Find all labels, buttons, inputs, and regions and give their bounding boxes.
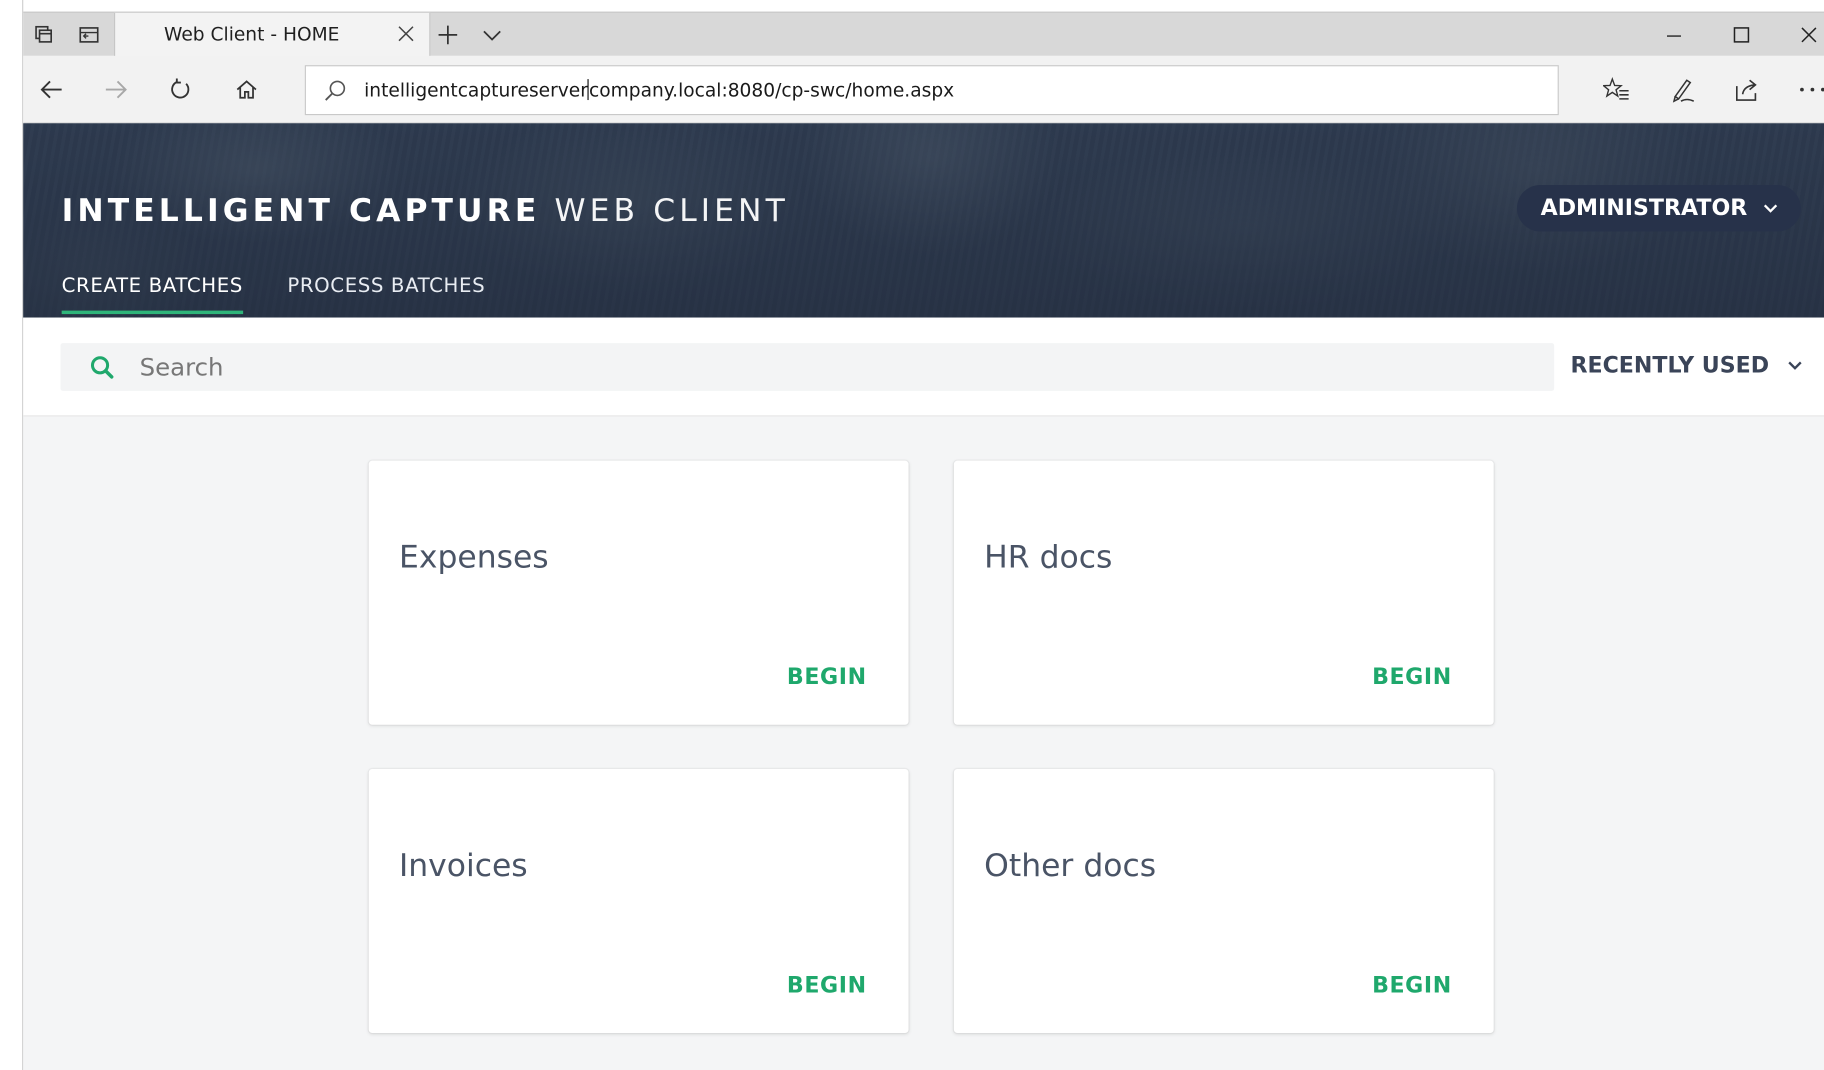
forward-arrow-icon[interactable]: [91, 65, 142, 114]
batch-type-grid: Expenses BEGIN HR docs BEGIN Invoices BE…: [23, 416, 1824, 1070]
batch-card-hr-docs[interactable]: HR docs BEGIN: [953, 460, 1494, 725]
tabs-aside-icon[interactable]: [67, 13, 109, 57]
chevron-down-icon: [1785, 356, 1804, 375]
address-bar[interactable]: intelligentcaptureservercompany.local:80…: [304, 65, 1559, 116]
user-name-label: ADMINISTRATOR: [1540, 195, 1748, 222]
new-tab-icon[interactable]: [428, 16, 468, 53]
home-icon[interactable]: [221, 65, 272, 114]
address-url: intelligentcaptureservercompany.local:80…: [364, 79, 954, 101]
url-host: intelligentcaptureserver: [364, 79, 588, 102]
chevron-down-icon: [1761, 199, 1780, 218]
tab-create-batches[interactable]: CREATE BATCHES: [61, 275, 243, 315]
sort-label: RECENTLY USED: [1570, 352, 1770, 379]
search-box: [60, 343, 1555, 391]
tab-preview-chevron-icon[interactable]: [472, 16, 512, 53]
begin-button[interactable]: BEGIN: [1372, 973, 1452, 999]
favorites-star-icon[interactable]: [1591, 65, 1642, 114]
card-title: Other docs: [984, 848, 1157, 885]
card-title: HR docs: [984, 539, 1113, 576]
begin-button[interactable]: BEGIN: [787, 973, 867, 999]
brand-strong-text: INTELLIGENT CAPTURE: [61, 193, 541, 230]
tab-process-batches[interactable]: PROCESS BATCHES: [287, 275, 485, 298]
brand-light-text: WEB CLIENT: [554, 193, 789, 230]
card-title: Invoices: [399, 848, 528, 885]
browser-tab-active[interactable]: Web Client - HOME: [114, 12, 431, 58]
user-menu-button[interactable]: ADMINISTRATOR: [1517, 184, 1801, 232]
refresh-icon[interactable]: [155, 65, 206, 114]
share-icon[interactable]: [1722, 65, 1773, 114]
search-input[interactable]: [139, 343, 1513, 391]
back-arrow-icon[interactable]: [26, 65, 77, 114]
browser-nav-bar: intelligentcaptureservercompany.local:80…: [23, 55, 1824, 124]
search-icon: [88, 354, 116, 382]
pen-notes-icon[interactable]: [1657, 65, 1708, 114]
minimize-icon[interactable]: [1640, 13, 1707, 57]
card-title: Expenses: [399, 539, 549, 576]
browser-tab-bar: Web Client - HOME: [23, 11, 1824, 58]
url-path: company.local:8080/cp-swc/home.aspx: [589, 79, 955, 102]
app-brand-title: INTELLIGENT CAPTURE WEB CLIENT: [62, 193, 789, 229]
window-left-edge: [0, 0, 24, 1070]
maximize-icon[interactable]: [1708, 13, 1775, 57]
begin-button[interactable]: BEGIN: [787, 664, 867, 690]
more-options-icon[interactable]: [1787, 65, 1824, 114]
tab-sets-icon[interactable]: [23, 13, 65, 57]
close-window-icon[interactable]: [1775, 13, 1824, 57]
app-header: INTELLIGENT CAPTURE WEB CLIENT ADMINISTR…: [23, 123, 1824, 318]
begin-button[interactable]: BEGIN: [1372, 664, 1452, 690]
tab-title: Web Client - HOME: [164, 23, 340, 46]
batch-card-other-docs[interactable]: Other docs BEGIN: [953, 768, 1494, 1034]
sort-dropdown[interactable]: RECENTLY USED: [1570, 352, 1804, 378]
batch-card-invoices[interactable]: Invoices BEGIN: [368, 768, 909, 1034]
batch-card-expenses[interactable]: Expenses BEGIN: [368, 460, 909, 725]
address-search-icon: [322, 78, 348, 104]
close-tab-icon[interactable]: [392, 20, 420, 48]
filter-bar: RECENTLY USED: [23, 317, 1824, 417]
